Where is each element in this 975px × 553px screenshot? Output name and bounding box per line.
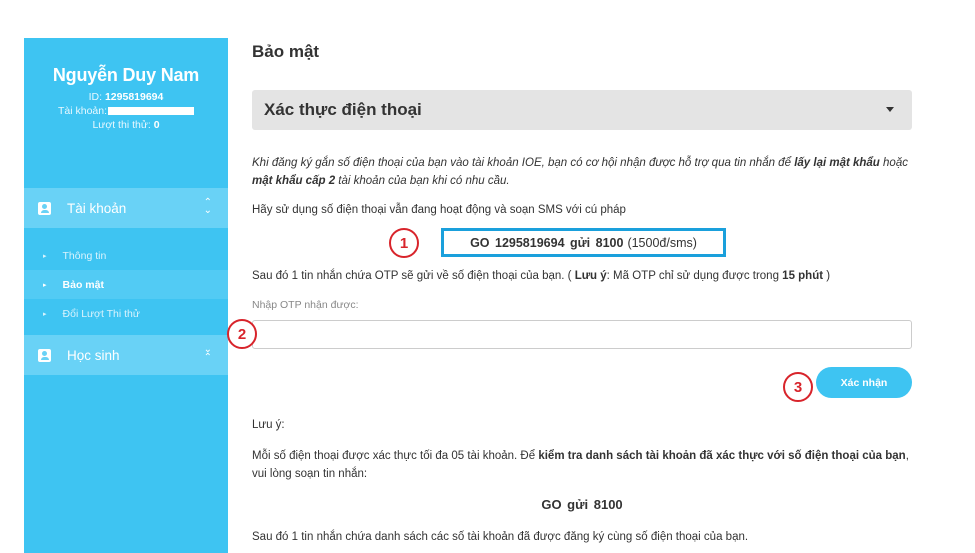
caret-down-icon xyxy=(886,107,894,112)
note-bold-check-list: kiểm tra danh sách tài khoản đã xác thực… xyxy=(538,450,906,462)
sms-syntax: GO 1295819694 gửi 8100 xyxy=(470,235,624,250)
otp-info-bold-note: Lưu ý xyxy=(574,270,607,282)
otp-info-bold-duration: 15 phút xyxy=(782,270,824,282)
account-submenu: ▸ Thông tin ▸ Bảo mật ▸ Đổi Lượt Thi thử xyxy=(24,228,228,332)
step-marker-2: 2 xyxy=(227,319,257,349)
sidebar-item-security[interactable]: ▸ Bảo mật xyxy=(24,270,228,299)
id-badge-icon xyxy=(38,348,51,362)
otp-info-part: ) xyxy=(823,270,831,282)
profile-card: Nguyễn Duy Nam ID: 1295819694 Tài khoản:… xyxy=(24,38,228,188)
intro-text: Khi đăng ký gắn số điện thoại của bạn và… xyxy=(252,154,917,190)
otp-field-label: Nhập OTP nhận được: xyxy=(252,299,359,311)
menu-account[interactable]: Tài khoản ⌃ ⌄ xyxy=(24,188,228,228)
sidebar-item-label: Bảo mật xyxy=(62,278,104,291)
sidebar-item-label: Đổi Lượt Thi thử xyxy=(62,307,140,320)
account-line: Tài khoản: xyxy=(24,105,228,117)
user-id-line: ID: 1295819694 xyxy=(24,91,228,103)
bullet-icon: ▸ xyxy=(43,281,47,289)
chevron-up-down-icon: ⌃ ⌄ xyxy=(203,197,212,216)
sms-price: (1500đ/sms) xyxy=(627,235,697,250)
step-marker-1: 1 xyxy=(389,228,419,258)
otp-info-text: Sau đó 1 tin nhắn chứa OTP sẽ gửi về số … xyxy=(252,267,917,285)
confirm-button[interactable]: Xác nhận xyxy=(816,367,912,398)
menu-student-label: Học sinh xyxy=(67,347,120,363)
check-sms-syntax: GO gửi 8100 xyxy=(541,497,623,512)
otp-info-part: Sau đó 1 tin nhắn chứa OTP sẽ gửi về số … xyxy=(252,270,575,282)
sms-syntax-box: GO 1295819694 gửi 8100 (1500đ/sms) xyxy=(441,228,726,257)
verification-method-dropdown[interactable]: Xác thực điện thoại xyxy=(252,90,912,130)
user-id-value: 1295819694 xyxy=(104,91,164,103)
trials-line: Lượt thi thử: 0 xyxy=(24,119,228,131)
page-title: Bảo mật xyxy=(252,42,320,61)
chevron-collapse-icon: ⌄ ⌃ xyxy=(203,344,212,363)
otp-info-part: : Mã OTP chỉ sử dụng được trong xyxy=(606,270,783,282)
trials-value: 0 xyxy=(153,119,160,131)
intro-text-part: Khi đăng ký gắn số điện thoại của bạn và… xyxy=(252,157,795,169)
menu-student[interactable]: Học sinh ⌄ ⌃ xyxy=(24,335,228,375)
step-marker-3: 3 xyxy=(783,372,813,402)
otp-input[interactable] xyxy=(252,320,912,349)
note-text-part: Mỗi số điện thoại được xác thực tối đa 0… xyxy=(252,450,539,462)
sidebar-item-info[interactable]: ▸ Thông tin xyxy=(24,241,228,270)
user-name: Nguyễn Duy Nam xyxy=(52,65,200,85)
dropdown-selected-value: Xác thực điện thoại xyxy=(264,100,422,119)
sidebar-item-change-trials[interactable]: ▸ Đổi Lượt Thi thử xyxy=(24,299,228,328)
sidebar: Nguyễn Duy Nam ID: 1295819694 Tài khoản:… xyxy=(24,38,228,553)
intro-text-part: tài khoản của bạn khi có nhu cầu. xyxy=(335,175,510,187)
trials-label: Lượt thi thử: xyxy=(92,119,154,131)
list-info-text: Sau đó 1 tin nhắn chứa danh sách các số … xyxy=(252,531,749,543)
intro-text-part: hoặc xyxy=(879,157,908,169)
note-text: Mỗi số điện thoại được xác thực tối đa 0… xyxy=(252,447,917,483)
use-phone-instruction: Hãy sử dụng số điện thoại vẫn đang hoạt … xyxy=(252,204,626,216)
note-label: Lưu ý: xyxy=(252,419,285,431)
intro-bold-level2-password: mật khẩu cấp 2 xyxy=(252,175,336,187)
bullet-icon: ▸ xyxy=(43,252,47,260)
menu-account-label: Tài khoản xyxy=(67,200,127,216)
id-badge-icon xyxy=(38,201,51,215)
account-label: Tài khoản: xyxy=(57,105,108,117)
intro-bold-recover-password: lấy lại mật khẩu xyxy=(794,157,880,169)
bullet-icon: ▸ xyxy=(43,310,47,318)
user-id-label: ID: xyxy=(88,91,105,103)
account-redacted-box xyxy=(108,107,195,115)
sidebar-item-label: Thông tin xyxy=(62,249,107,262)
